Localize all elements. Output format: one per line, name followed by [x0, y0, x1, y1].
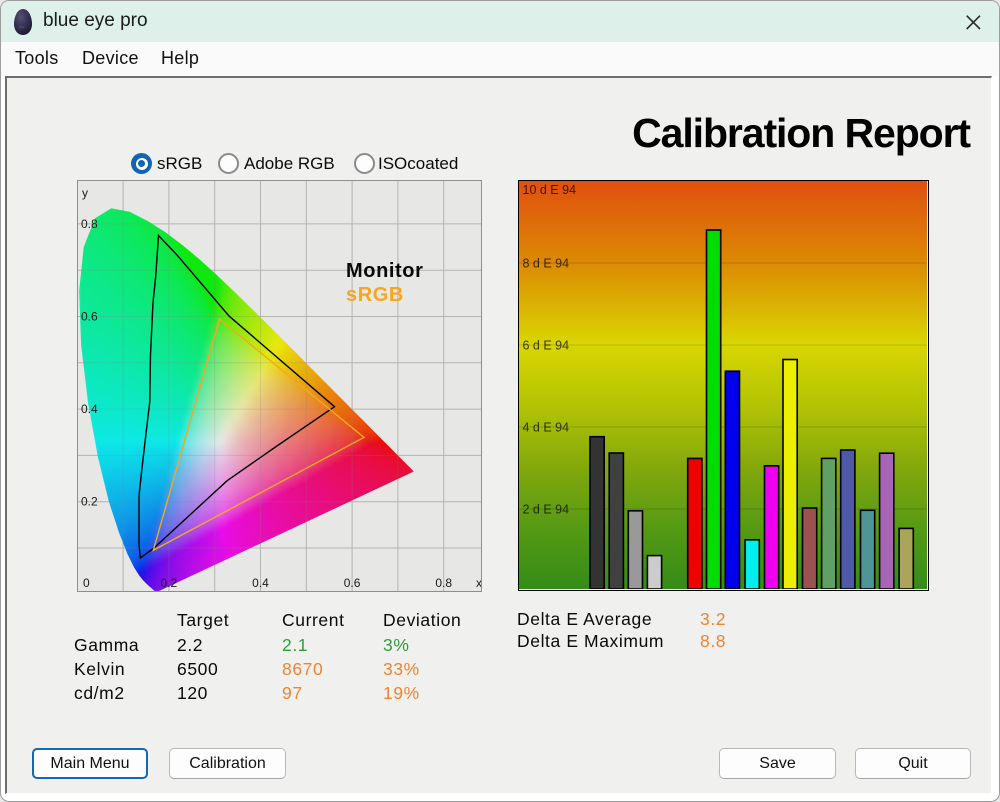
svg-text:0.2: 0.2 [161, 576, 178, 590]
svg-text:0.4: 0.4 [252, 576, 269, 590]
svg-text:y: y [82, 186, 88, 200]
svg-text:8 d E 94: 8 d E 94 [523, 257, 570, 271]
svg-text:4 d E 94: 4 d E 94 [523, 421, 570, 435]
svg-text:0.4: 0.4 [81, 402, 98, 416]
svg-text:2 d E 94: 2 d E 94 [523, 503, 570, 517]
svg-text:0.8: 0.8 [435, 576, 452, 590]
svg-text:10 d E 94: 10 d E 94 [523, 183, 577, 197]
svg-text:0.6: 0.6 [81, 310, 98, 324]
svg-text:0.2: 0.2 [81, 495, 98, 509]
svg-text:0.8: 0.8 [81, 217, 98, 231]
svg-text:6 d E 94: 6 d E 94 [523, 339, 570, 353]
svg-text:x: x [476, 576, 481, 590]
svg-text:0.6: 0.6 [344, 576, 361, 590]
svg-text:0: 0 [83, 576, 90, 590]
